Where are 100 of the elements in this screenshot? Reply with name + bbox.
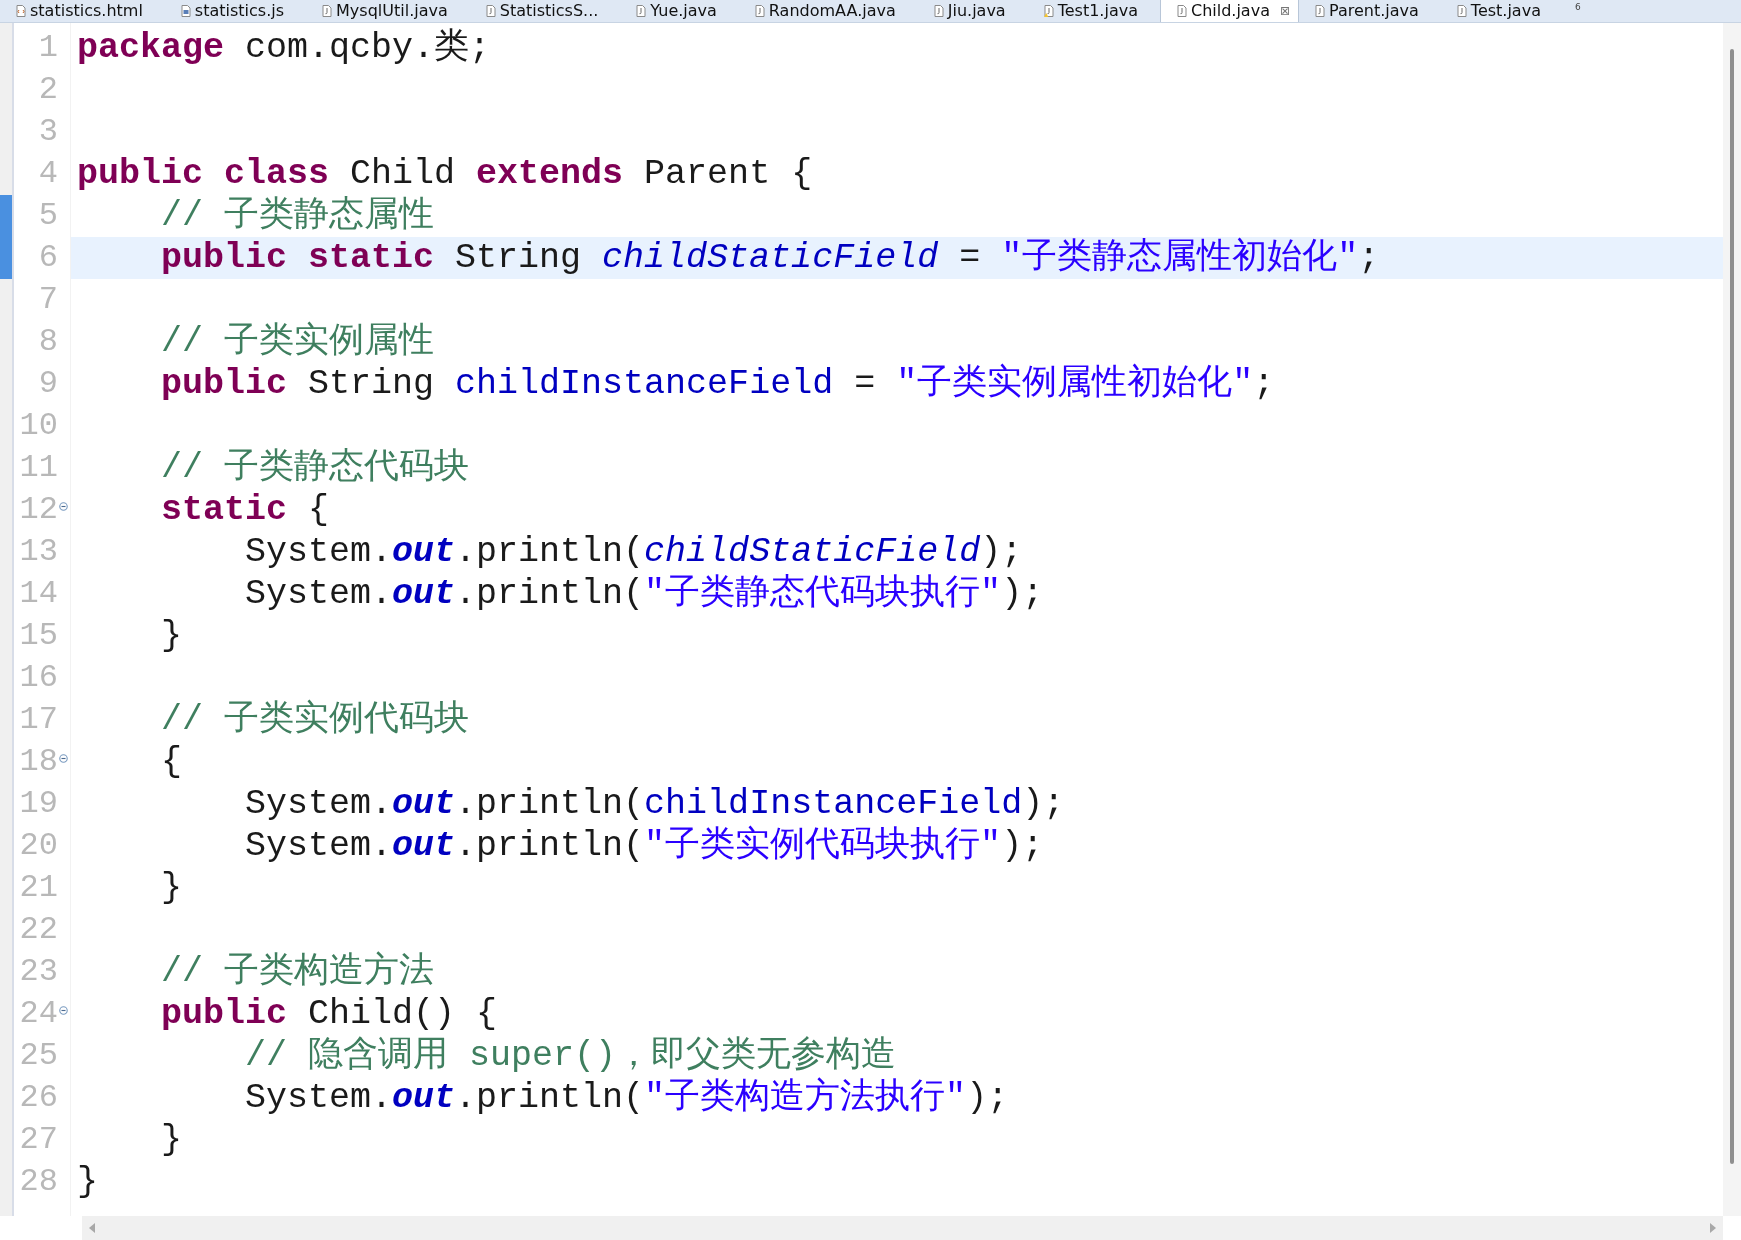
java-file-icon [322,5,333,17]
code-comment: // 子类静态代码块 [160,448,470,488]
code-text: } [160,868,183,908]
tab-label: Jiu.java [947,1,1006,21]
collapse-icon[interactable] [59,502,68,511]
line-number: 23 [19,952,58,992]
line-number: 14 [19,574,58,614]
line-number: 8 [38,322,58,362]
code-text: .println( [455,826,645,866]
tab-label: statistics.js [194,1,285,21]
code-text: .println( [455,784,645,824]
java-file-icon [636,5,647,17]
line-number: 16 [19,658,58,698]
static-field-ref: out [392,574,456,614]
line-number: 27 [19,1120,58,1160]
code-text: { [308,490,330,530]
code-text: ; [1253,364,1275,404]
code-text: ); [980,532,1023,572]
java-file-icon [1315,5,1325,17]
editor-tab[interactable]: Yue.java [620,0,739,22]
code-text: .println( [455,1078,645,1118]
editor-tab[interactable]: MysqlUtil.java [306,0,470,22]
horizontal-scrollbar[interactable] [82,1216,1723,1240]
field-name: childInstanceField [644,784,1023,824]
code-text: ); [966,1078,1009,1118]
code-text: { [160,742,183,782]
line-number: 19 [19,784,58,824]
line-number: 9 [38,364,58,404]
editor-tab[interactable]: StatisticsS... [469,0,621,22]
tab-label: Child.java [1190,1,1270,21]
code-text: ; [1358,238,1380,278]
code-text: com.qcby.类; [245,28,491,68]
string-literal: "子类实例属性初始化" [896,364,1254,404]
code-text: System. [244,574,393,614]
line-number: 3 [38,112,58,152]
editor-tab[interactable]: Test.java [1440,0,1563,22]
tab-overflow-count[interactable]: 6 [1574,2,1581,12]
line-number: 7 [38,280,58,320]
editor-tab[interactable]: statistics.html [0,0,165,22]
scroll-thumb[interactable] [1730,49,1734,1164]
line-number: 6 [38,238,58,278]
java-file-icon [933,5,944,17]
editor-tab[interactable]: statistics.js [164,0,307,22]
collapse-icon[interactable] [59,754,68,763]
collapse-icon[interactable] [59,1006,68,1015]
code-text: = [958,238,982,278]
scroll-left-icon[interactable] [88,1223,96,1233]
code-text: } [160,616,183,656]
tab-label: Test1.java [1057,1,1138,21]
string-literal: "子类静态属性初始化" [1001,238,1359,278]
java-file-icon [1456,5,1467,17]
line-number: 24 [19,994,58,1034]
line-number: 12 [19,490,58,530]
html-file-icon [16,5,26,17]
line-number: 28 [19,1162,58,1202]
code-text: ); [1001,574,1044,614]
code-keyword: public [160,994,289,1034]
tab-label: MysqlUtil.java [336,1,448,21]
line-number: 10 [19,406,58,446]
editor-tab[interactable]: RandomAA.java [738,0,918,22]
line-number: 17 [19,700,58,740]
vertical-scrollbar[interactable] [1723,23,1741,1216]
static-field-ref: out [392,784,456,824]
close-icon[interactable]: ⊠ [1279,4,1290,18]
tab-label: RandomAA.java [768,1,896,21]
java-file-icon [485,5,496,17]
scroll-right-icon[interactable] [1709,1223,1717,1233]
code-comment: // 子类构造方法 [160,952,435,992]
code-text: ); [1022,784,1065,824]
static-field-name: childStaticField [602,238,939,278]
java-file-icon [754,5,765,17]
code-text: String [308,364,436,404]
tab-label: StatisticsS... [499,1,599,21]
editor-tab[interactable]: Parent.java [1299,0,1441,22]
tab-label: statistics.html [30,1,143,21]
java-file-icon [1176,5,1187,17]
line-number: 25 [19,1036,58,1076]
line-number: 18 [19,742,58,782]
code-comment: // 子类实例代码块 [160,700,470,740]
editor-tab[interactable]: Child.java ⊠ [1159,0,1299,22]
line-number: 26 [19,1078,58,1118]
editor-tab[interactable]: Test1.java [1027,0,1160,22]
line-number: 21 [19,868,58,908]
code-comment: // 子类静态属性 [160,196,435,236]
code-keyword: extends [476,154,625,194]
line-number: 2 [38,70,58,110]
static-field-ref: out [392,1078,456,1118]
code-text: System. [244,784,393,824]
code-text: } [77,1162,98,1202]
string-literal: "子类构造方法执行" [644,1078,967,1118]
script-file-icon [180,5,191,17]
line-number: 20 [19,826,58,866]
line-number: 4 [38,154,58,194]
code-text: .println( [455,574,645,614]
code-text: String [455,238,583,278]
field-name: childInstanceField [455,364,834,404]
code-text: Parent { [644,154,813,194]
editor-tab[interactable]: Jiu.java [917,0,1028,22]
code-text: System. [244,826,393,866]
code-comment: // 子类实例属性 [160,322,435,362]
